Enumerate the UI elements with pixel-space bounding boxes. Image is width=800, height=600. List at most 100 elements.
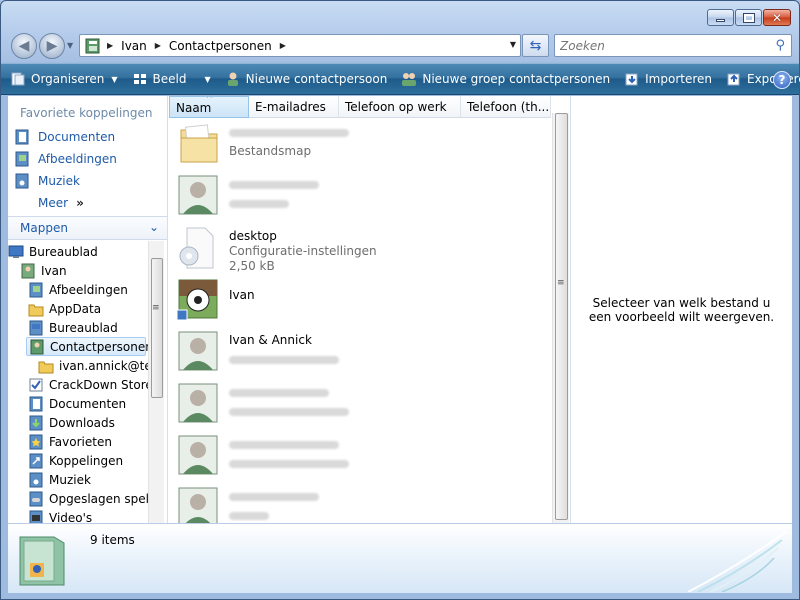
contact-avatar-icon	[178, 175, 218, 215]
close-button[interactable]: ✕	[763, 9, 791, 26]
list-item[interactable]	[173, 170, 549, 222]
column-header-work-phone[interactable]: Telefoon op werk	[339, 96, 461, 118]
contact-avatar-icon	[178, 435, 218, 475]
column-headers: ^ Naam E-mailadres Telefoon op werk Tele…	[169, 96, 551, 118]
maximize-button[interactable]	[735, 9, 762, 26]
minimize-button[interactable]	[707, 9, 734, 26]
list-item[interactable]	[173, 482, 549, 523]
new-contact-label: Nieuwe contactpersoon	[245, 72, 388, 86]
favorite-link-music[interactable]: Muziek	[8, 170, 167, 192]
favorite-link-documents[interactable]: Documenten	[8, 126, 167, 148]
sort-ascending-icon: ^	[206, 96, 213, 103]
column-header-home-phone[interactable]: Telefoon (th...	[461, 96, 551, 118]
tree-item-appdata[interactable]: AppData	[28, 299, 101, 318]
breadcrumb-arrow-icon[interactable]: ▶	[103, 41, 117, 50]
new-contact-icon	[227, 72, 238, 86]
file-type: Configuratie-instellingen	[229, 244, 377, 258]
preview-message: Selecteer van welk bestand u een voorbee…	[588, 295, 775, 324]
navigation-pane: Favoriete koppelingen Documenten Afbeeld…	[8, 96, 168, 523]
music-folder-icon	[29, 472, 43, 487]
maximize-icon	[742, 12, 755, 23]
favorites-title: Favoriete koppelingen	[20, 106, 153, 120]
new-contact-group-button[interactable]: Nieuwe groep contactpersonen	[396, 66, 615, 92]
favorite-link-pictures[interactable]: Afbeeldingen	[8, 148, 167, 170]
tree-item-label: Contactpersonen	[50, 339, 148, 354]
search-input[interactable]	[560, 36, 760, 56]
search-icon[interactable]: ⚲	[775, 38, 785, 53]
tree-item-bureaublad-folder[interactable]: Bureaublad	[28, 318, 118, 337]
list-item[interactable]: Ivan & Annick	[173, 326, 549, 378]
breadcrumb-arrow-icon[interactable]: ▶	[276, 41, 290, 50]
refresh-button[interactable]: ⇆	[522, 34, 549, 57]
column-label: E-mailadres	[255, 100, 326, 114]
column-header-name[interactable]: ^ Naam	[169, 96, 249, 118]
breadcrumb-arrow-icon[interactable]: ▶	[151, 41, 165, 50]
file-name	[229, 125, 349, 139]
scrollbar-thumb[interactable]	[151, 258, 163, 398]
forward-button[interactable]: ▶	[39, 33, 65, 59]
tree-item-muziek[interactable]: Muziek	[28, 470, 91, 489]
tree-item-opgeslagen-spellen[interactable]: Opgeslagen spelle	[28, 489, 148, 508]
import-button[interactable]: Importeren	[619, 66, 717, 92]
breadcrumb-ivan[interactable]: Ivan	[117, 39, 151, 53]
file-list-scrollbar[interactable]: ≡	[552, 113, 569, 523]
list-item[interactable]: Bestandsmap	[173, 118, 549, 170]
music-folder-icon	[15, 173, 29, 189]
contact-photo-icon	[177, 279, 218, 321]
tree-item-videos[interactable]: Video's	[28, 508, 92, 523]
list-item[interactable]	[173, 430, 549, 482]
file-name	[229, 385, 329, 399]
command-bar: Organiseren ▼ Beeld ▼ Nieuwe contactpers…	[1, 63, 800, 95]
folders-header[interactable]: Mappen ⌄	[8, 216, 167, 240]
address-dropdown-icon[interactable]: ▼	[510, 40, 516, 49]
tree-item-label: Video's	[49, 510, 93, 524]
back-button[interactable]: ◀	[11, 33, 37, 59]
chevron-down-icon: ⌄	[148, 220, 159, 234]
favorite-label: Afbeeldingen	[38, 152, 117, 166]
column-header-email[interactable]: E-mailadres	[249, 96, 339, 118]
pictures-folder-icon	[29, 282, 43, 297]
address-bar[interactable]: ▶ Ivan ▶ Contactpersonen ▶ ▼	[79, 34, 521, 57]
view-button[interactable]: Beeld ▼	[127, 66, 216, 92]
tree-item-contactpersonen[interactable]: Contactpersonen	[26, 337, 148, 356]
organize-button[interactable]: Organiseren ▼	[5, 66, 123, 92]
tree-item-label: Muziek	[49, 472, 91, 487]
folder-tree-scrollbar[interactable]: ≡	[148, 241, 164, 523]
tree-item-ivan[interactable]: Ivan	[20, 261, 67, 280]
file-name	[229, 177, 319, 191]
list-item[interactable]	[173, 378, 549, 430]
recent-pages-dropdown[interactable]: ▼	[67, 41, 76, 50]
search-box[interactable]: ⚲	[554, 34, 792, 57]
downloads-folder-icon	[29, 415, 43, 430]
help-button[interactable]: ?	[773, 71, 791, 89]
tree-item-label: CrackDown Store	[49, 377, 148, 392]
favorites-more-link[interactable]: Meer »	[8, 192, 167, 214]
desktop-icon	[8, 245, 24, 258]
scrollbar-thumb[interactable]	[555, 113, 568, 520]
breadcrumb-contactpersonen[interactable]: Contactpersonen	[165, 39, 276, 53]
tree-item-label: Bureaublad	[49, 320, 118, 335]
decorative-swirl-icon	[687, 531, 787, 592]
file-detail	[229, 456, 349, 470]
tree-item-bureaublad[interactable]: Bureaublad	[8, 242, 98, 261]
tree-item-afbeeldingen[interactable]: Afbeeldingen	[28, 280, 128, 299]
pictures-folder-icon	[15, 151, 29, 167]
favorites-folder-icon	[29, 434, 43, 449]
tree-item-favorieten[interactable]: Favorieten	[28, 432, 112, 451]
tree-item-documenten[interactable]: Documenten	[28, 394, 126, 413]
import-icon	[625, 73, 638, 86]
tree-item-downloads[interactable]: Downloads	[28, 413, 115, 432]
list-item[interactable]: Ivan	[173, 274, 549, 326]
more-label: Meer	[38, 196, 69, 210]
tree-item-koppelingen[interactable]: Koppelingen	[28, 451, 123, 470]
tree-item-label: ivan.annick@tele	[59, 358, 148, 373]
list-item[interactable]: desktop Configuratie-instellingen 2,50 k…	[173, 222, 549, 274]
contacts-folder-icon	[30, 339, 44, 354]
minimize-icon	[716, 19, 725, 22]
tree-item-crackdown-store[interactable]: CrackDown Store	[28, 375, 148, 394]
tree-item-label: Opgeslagen spelle	[49, 491, 148, 506]
redacted-text	[229, 459, 349, 468]
close-icon: ✕	[771, 10, 783, 25]
tree-item-ivan-annick[interactable]: ivan.annick@tele	[38, 356, 148, 375]
new-contact-button[interactable]: Nieuwe contactpersoon	[220, 66, 393, 92]
